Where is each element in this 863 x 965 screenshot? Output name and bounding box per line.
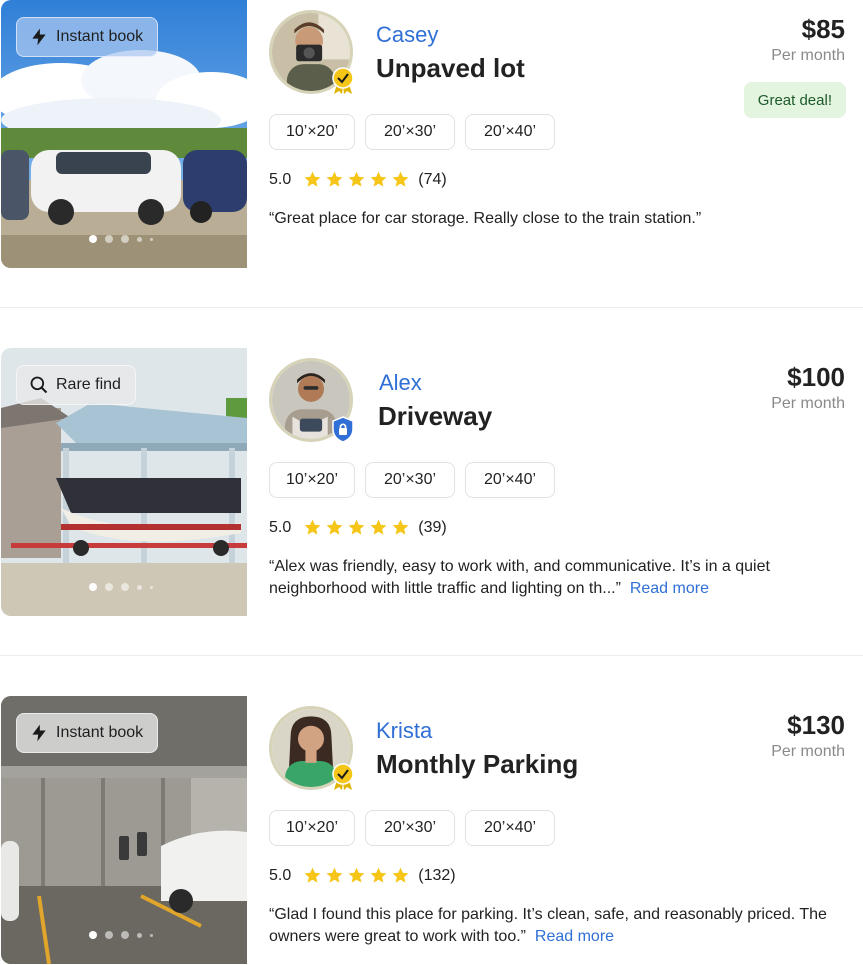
- carousel-dot[interactable]: [121, 931, 129, 939]
- verified-ribbon-icon: [331, 67, 355, 95]
- size-options: 10’×20’ 20’×30’ 20’×40’: [269, 114, 555, 150]
- instant-book-badge: Instant book: [16, 17, 159, 57]
- listing-title[interactable]: Driveway: [378, 401, 492, 432]
- photo-carousel-dots[interactable]: [89, 931, 153, 939]
- review-snippet: “Great place for car storage. Really clo…: [269, 208, 849, 230]
- carousel-dot[interactable]: [105, 235, 113, 243]
- listing-photo[interactable]: Rare find: [1, 348, 247, 616]
- rare-find-badge: Rare find: [16, 365, 136, 405]
- star-icon: [303, 866, 322, 885]
- listing-title[interactable]: Monthly Parking: [376, 749, 578, 780]
- carousel-dot[interactable]: [121, 235, 129, 243]
- listing-photo[interactable]: Instant book: [1, 0, 247, 268]
- star-icon: [325, 866, 344, 885]
- star-rating: [303, 518, 410, 537]
- size-chip[interactable]: 20’×40’: [465, 462, 555, 498]
- size-chip[interactable]: 20’×40’: [465, 114, 555, 150]
- size-chip[interactable]: 20’×30’: [365, 462, 455, 498]
- read-more-link[interactable]: Read more: [630, 580, 709, 597]
- great-deal-tag: Great deal!: [743, 82, 846, 118]
- star-icon: [325, 518, 344, 537]
- review-snippet: “Alex was friendly, easy to work with, a…: [269, 556, 849, 600]
- rating-row: 5.0 (39): [269, 518, 447, 537]
- listing-photo[interactable]: Instant book: [1, 696, 247, 964]
- star-icon: [369, 866, 388, 885]
- listing-card[interactable]: Rare find Alex Driveway $100 Per month 1…: [0, 348, 863, 620]
- size-chip[interactable]: 10’×20’: [269, 462, 355, 498]
- carousel-dot[interactable]: [105, 931, 113, 939]
- listing-divider: [0, 655, 863, 656]
- read-more-link[interactable]: Read more: [535, 928, 614, 945]
- size-chip[interactable]: 10’×20’: [269, 114, 355, 150]
- star-rating: [303, 866, 410, 885]
- listing-card[interactable]: Instant book Krista Monthly Parking $130: [0, 696, 863, 965]
- host-name-link[interactable]: Alex: [379, 370, 422, 396]
- star-icon: [369, 170, 388, 189]
- review-count[interactable]: (132): [418, 867, 455, 885]
- listing-card[interactable]: Instant book Casey Unpaved lot $85 Per m…: [0, 0, 863, 272]
- verified-ribbon-icon: [331, 763, 355, 791]
- listing-title[interactable]: Unpaved lot: [376, 53, 525, 84]
- badge-label: Rare find: [56, 376, 121, 393]
- price: $100: [787, 362, 845, 392]
- photo-carousel-dots[interactable]: [89, 235, 153, 243]
- star-icon: [391, 866, 410, 885]
- badge-label: Instant book: [56, 724, 144, 741]
- star-icon: [391, 518, 410, 537]
- carousel-dot[interactable]: [105, 583, 113, 591]
- review-count[interactable]: (74): [418, 171, 446, 189]
- size-options: 10’×20’ 20’×30’ 20’×40’: [269, 462, 555, 498]
- search-icon: [30, 376, 48, 394]
- lock-shield-icon: [331, 415, 355, 443]
- price: $85: [801, 14, 845, 44]
- star-icon: [391, 170, 410, 189]
- host-name-link[interactable]: Casey: [376, 22, 438, 48]
- star-rating: [303, 170, 410, 189]
- review-count[interactable]: (39): [418, 519, 446, 537]
- star-icon: [369, 518, 388, 537]
- star-icon: [347, 866, 366, 885]
- size-chip[interactable]: 10’×20’: [269, 810, 355, 846]
- star-icon: [347, 518, 366, 537]
- star-icon: [303, 170, 322, 189]
- rating-score: 5.0: [269, 518, 292, 536]
- carousel-dot[interactable]: [89, 583, 97, 591]
- rating-row: 5.0 (132): [269, 866, 456, 885]
- carousel-dot[interactable]: [137, 584, 142, 590]
- carousel-dot[interactable]: [121, 583, 129, 591]
- carousel-dot[interactable]: [89, 931, 97, 939]
- rating-score: 5.0: [269, 170, 292, 188]
- lightning-icon: [32, 28, 46, 46]
- star-icon: [303, 518, 322, 537]
- size-chip[interactable]: 20’×30’: [365, 114, 455, 150]
- price-unit: Per month: [771, 395, 845, 412]
- size-chip[interactable]: 20’×30’: [365, 810, 455, 846]
- rating-row: 5.0 (74): [269, 170, 447, 189]
- star-icon: [347, 170, 366, 189]
- carousel-dot[interactable]: [89, 235, 97, 243]
- carousel-dot[interactable]: [150, 933, 153, 937]
- price-unit: Per month: [771, 47, 845, 64]
- photo-carousel-dots[interactable]: [89, 583, 153, 591]
- carousel-dot[interactable]: [150, 585, 153, 589]
- instant-book-badge: Instant book: [16, 713, 159, 753]
- size-chip[interactable]: 20’×40’: [465, 810, 555, 846]
- rating-score: 5.0: [269, 866, 292, 884]
- price-unit: Per month: [771, 743, 845, 760]
- carousel-dot[interactable]: [137, 236, 142, 242]
- review-snippet: “Glad I found this place for parking. It…: [269, 904, 849, 948]
- review-text: “Great place for car storage. Really clo…: [269, 210, 702, 227]
- listing-divider: [0, 307, 863, 308]
- host-name-link[interactable]: Krista: [376, 718, 432, 744]
- carousel-dot[interactable]: [150, 237, 153, 241]
- lightning-icon: [32, 724, 46, 742]
- price: $130: [787, 710, 845, 740]
- size-options: 10’×20’ 20’×30’ 20’×40’: [269, 810, 555, 846]
- badge-label: Instant book: [56, 28, 144, 45]
- star-icon: [325, 170, 344, 189]
- carousel-dot[interactable]: [137, 932, 142, 938]
